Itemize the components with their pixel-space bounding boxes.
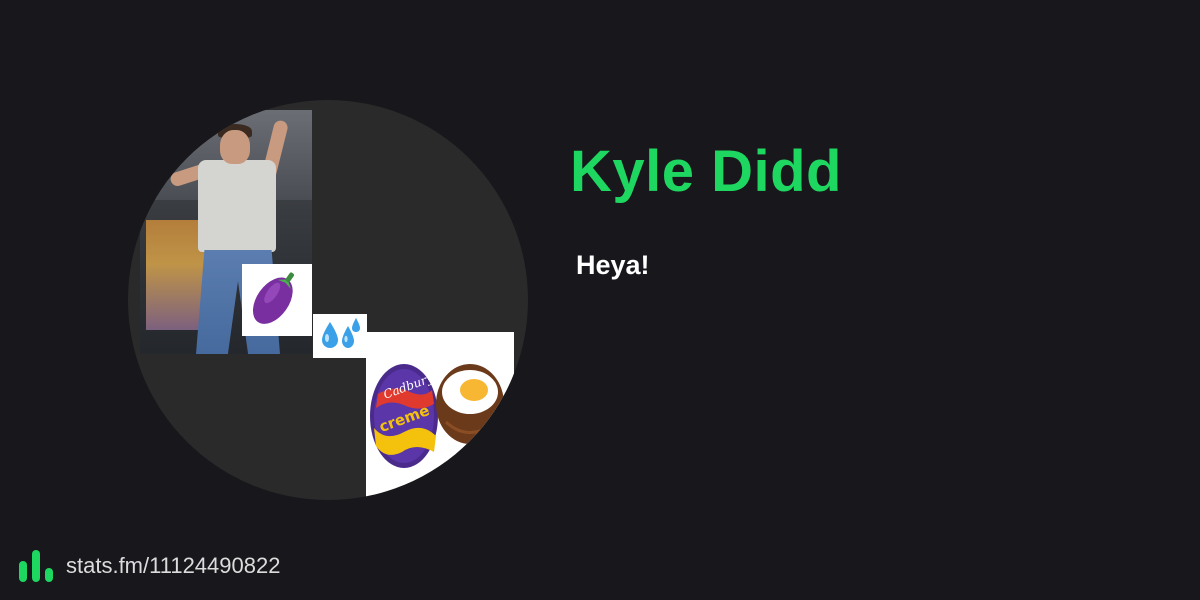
person-head <box>220 130 250 164</box>
person-shirt <box>198 160 276 252</box>
footer: stats.fm/11124490822 <box>18 548 280 584</box>
profile-card: Cadbury creme egg Kyle Didd Heya! stats.… <box>0 0 1200 600</box>
sweat-droplets-icon <box>313 314 367 358</box>
eggplant-icon <box>242 264 312 336</box>
stage-banner <box>146 220 206 330</box>
bio-text: Heya! <box>576 250 650 280</box>
stats-bars-icon <box>19 550 53 582</box>
display-name: Kyle Didd <box>570 139 842 204</box>
profile-link[interactable]: stats.fm/11124490822 <box>66 553 280 579</box>
creme-egg-image: Cadbury creme egg <box>366 332 514 500</box>
avatar: Cadbury creme egg <box>128 100 528 500</box>
